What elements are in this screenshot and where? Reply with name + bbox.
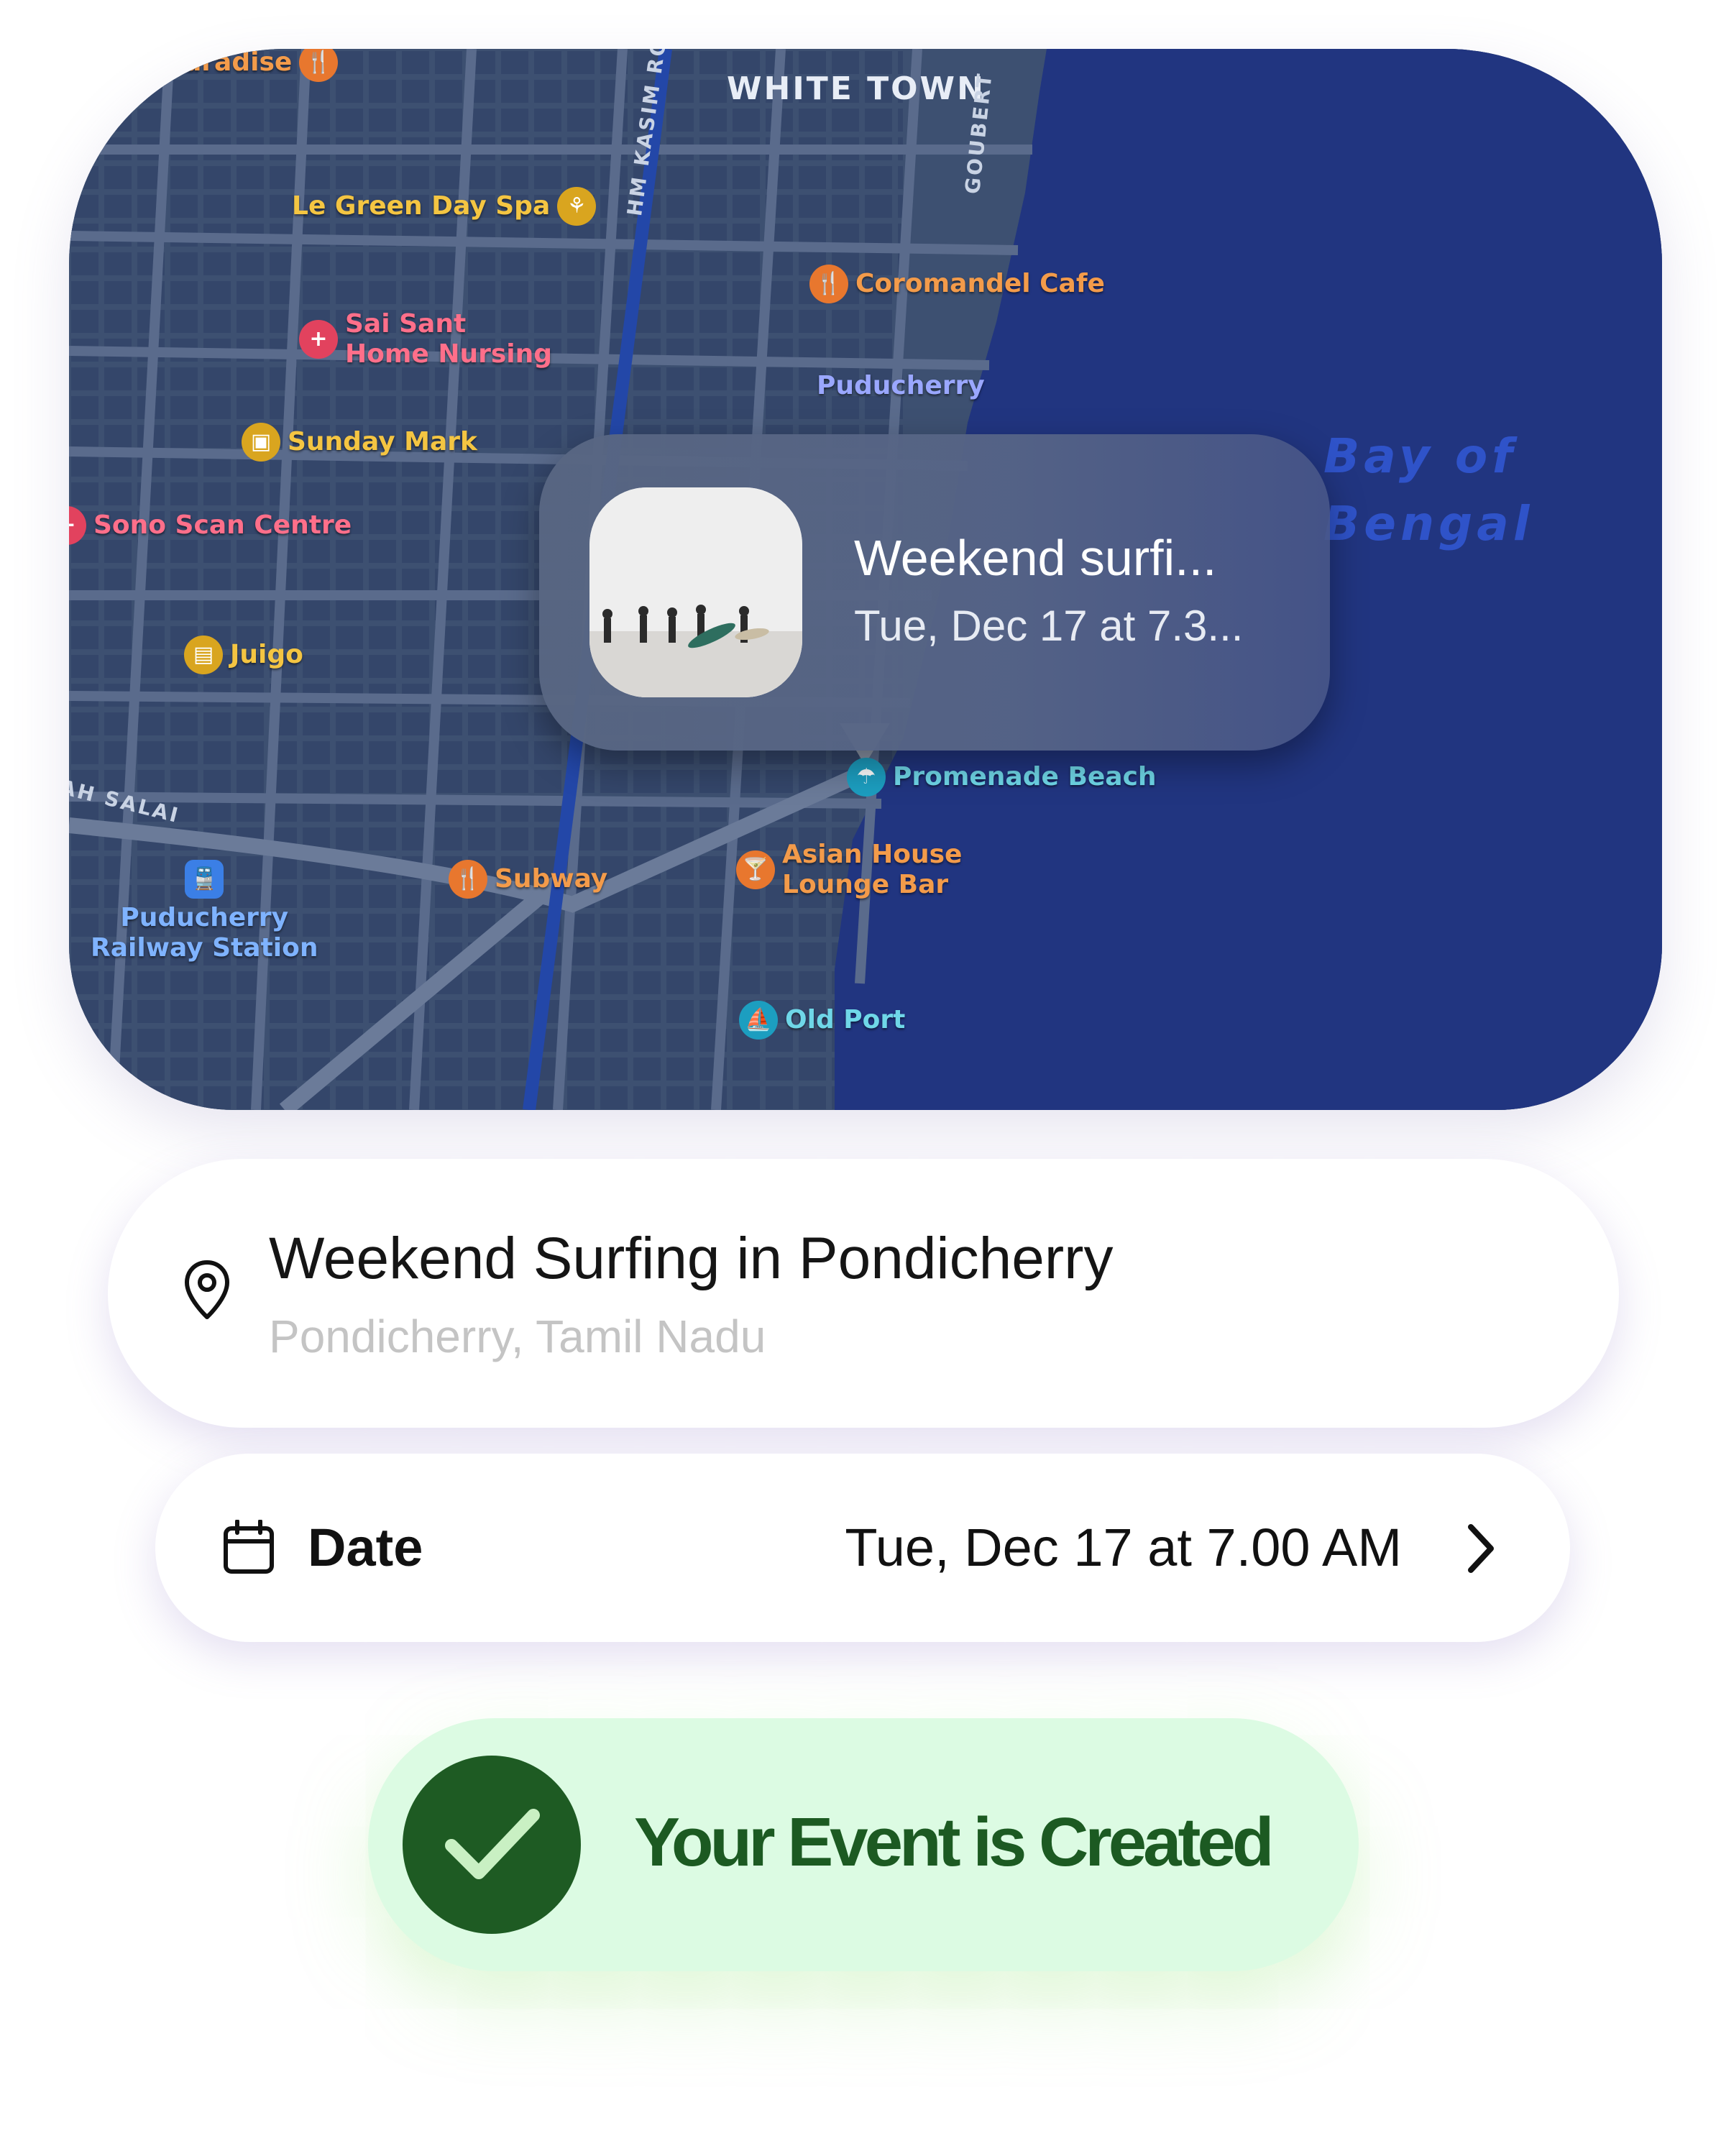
chevron-right-icon[interactable] [1465,1523,1497,1574]
date-label: Date [308,1518,423,1577]
poi-subway[interactable]: 🍴 Subway [449,860,607,899]
success-toast: Your Event is Created [368,1718,1359,1971]
poi-label-line1: Asian House [782,840,963,869]
medical-cross-icon: + [69,506,86,545]
sea-label-line2: Bengal [1323,496,1534,551]
fork-knife-icon: 🍴 [299,49,339,82]
spa-icon: ⚘ [557,187,597,226]
event-pin-card[interactable]: Weekend surfi... Tue, Dec 17 at 7.3... [539,434,1330,751]
poi-label-line2: Home Nursing [345,339,552,369]
bag-icon: ▣ [242,423,280,462]
location-title: Weekend Surfing in Pondicherry [269,1226,1114,1291]
poi-asian-house-lounge-bar[interactable]: 🍸 Asian House Lounge Bar [736,840,962,900]
sea-label: Bay of Bengal [1323,423,1533,558]
basket-icon: ▤ [184,636,223,674]
location-subtitle: Pondicherry, Tamil Nadu [269,1311,766,1362]
poi-label-line2: Railway Station [91,933,318,963]
poi-label: Subway [495,864,608,894]
fork-knife-icon: 🍴 [809,265,848,303]
poi-juigo[interactable]: ▤ Juigo [184,636,303,674]
poi-label: Sunday Mark [288,427,477,457]
poi-old-port[interactable]: ⛵ Old Port [739,1001,905,1040]
location-card[interactable]: Weekend Surfing in Pondicherry Pondicher… [108,1159,1619,1428]
poi-label: Le Green Day Spa [292,191,551,221]
poi-label: Old Port [785,1005,906,1035]
cocktail-icon: 🍸 [736,850,775,889]
poi-sono-scan-centre[interactable]: + Sono Scan Centre [69,506,352,545]
poi-label: Puducherry [817,371,985,400]
poi-le-green-day-spa[interactable]: Le Green Day Spa ⚘ [292,187,597,226]
poi-label: Promenade Beach [893,762,1157,792]
poi-label: Juigo [230,640,303,669]
date-row[interactable]: Date Tue, Dec 17 at 7.00 AM [155,1454,1570,1642]
event-pin-subtitle: Tue, Dec 17 at 7.3... [854,602,1244,650]
date-value: Tue, Dec 17 at 7.00 AM [845,1518,1402,1577]
success-message: Your Event is Created [634,1804,1275,1881]
event-thumbnail [589,487,802,697]
map-view[interactable]: WHITE TOWN Bay of Bengal HM KASIM ROAD G… [69,49,1662,1110]
poi-promenade-beach[interactable]: ☂ Promenade Beach [847,758,1157,797]
poi-label: Coromandel Cafe [855,269,1105,298]
poi-label-line2: Lounge Bar [782,870,949,899]
poi-coromandel-cafe[interactable]: 🍴 Coromandel Cafe [809,265,1105,303]
sea-label-line1: Bay of [1323,428,1517,484]
poi-label: Sono Scan Centre [93,510,352,540]
surfers-image [589,487,802,697]
checkmark-icon [403,1756,581,1934]
poi-label-line1: Puducherry [120,903,289,932]
poi-label: aradise [184,49,293,77]
poi-sai-sant-home-nursing[interactable]: + Sai Sant Home Nursing [299,309,552,370]
poi-paradise[interactable]: aradise 🍴 [184,49,339,82]
checkmark-glyph [445,1809,540,1879]
poi-sunday-market[interactable]: ▣ Sunday Mark [242,423,477,462]
poi-label-line1: Sai Sant [345,309,467,339]
sailboat-icon: ⛵ [739,1001,778,1040]
train-icon: 🚆 [185,860,224,899]
calendar-icon [224,1520,274,1574]
event-pin-title: Weekend surfi... [854,530,1217,586]
poi-puducherry-railway-station[interactable]: 🚆 Puducherry Railway Station [91,860,318,963]
umbrella-icon: ☂ [847,758,886,797]
poi-puducherry-partial[interactable]: Puducherry [817,371,985,401]
medical-cross-icon: + [299,320,338,359]
fork-knife-icon: 🍴 [449,860,487,899]
district-label: WHITE TOWN [727,70,986,107]
map-pin-icon [185,1260,229,1319]
